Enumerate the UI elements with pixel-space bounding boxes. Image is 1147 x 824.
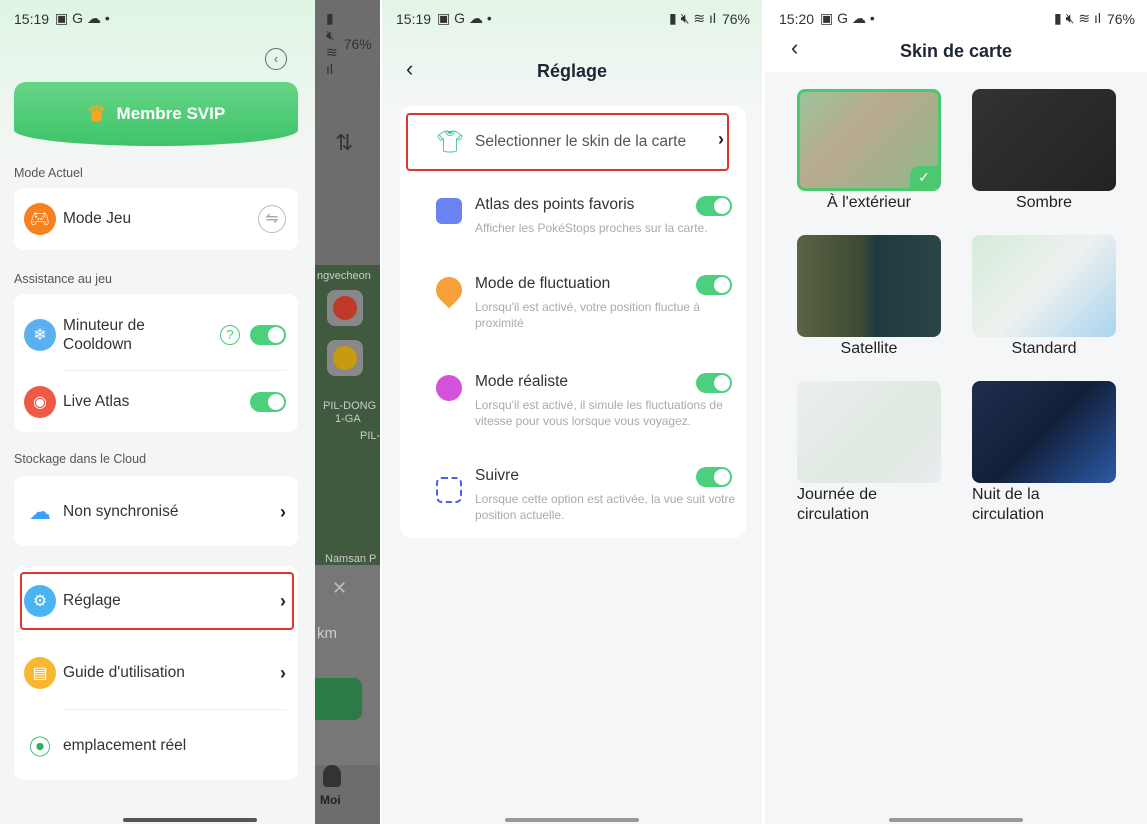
location-pin-icon: ⦿ bbox=[28, 735, 51, 760]
assist-card: ❄ Minuteur de Cooldown? ◉ Live Atlas bbox=[14, 294, 298, 432]
highlight-box bbox=[20, 572, 294, 630]
status-bar: 15:19 ▣ G ☁ • ▮ 🔇︎ ≋ ıl 76% bbox=[396, 10, 750, 27]
close-drawer-icon[interactable]: ‹ bbox=[265, 48, 287, 70]
pulse-pin-icon bbox=[430, 271, 468, 309]
side-drawer: 15:19 ▣ G ☁ • ‹ ♛ Membre SVIP Mode Actuel … bbox=[0, 0, 315, 824]
user-icon[interactable] bbox=[323, 765, 341, 787]
status-bar: 15:19 ▣ G ☁ • bbox=[14, 10, 110, 27]
start-button[interactable] bbox=[315, 678, 362, 720]
favorites-toggle[interactable] bbox=[696, 196, 732, 216]
crown-icon: ♛ bbox=[86, 101, 107, 126]
realistic-toggle[interactable] bbox=[696, 373, 732, 393]
menu-screen: ngvecheon PIL-DONG 1-GA PIL- Namsan P ✕ … bbox=[0, 0, 380, 824]
pokestop-marker[interactable] bbox=[327, 290, 363, 326]
help-icon[interactable]: ? bbox=[220, 325, 240, 345]
real-location-item[interactable]: ⦿ emplacement réel bbox=[24, 730, 286, 762]
chevron-right-icon: › bbox=[280, 662, 286, 683]
skin-thumbnail bbox=[797, 381, 941, 483]
planet-icon bbox=[436, 375, 462, 401]
close-icon[interactable]: ✕ bbox=[332, 578, 347, 599]
highlight-box bbox=[406, 113, 729, 171]
map-skin-screen: 15:20 ▣ G ☁ • ▮ 🔇︎ ≋ ıl 76% ‹ Skin de carte… bbox=[765, 0, 1147, 824]
follow-toggle[interactable] bbox=[696, 467, 732, 487]
svip-banner[interactable]: ♛ Membre SVIP bbox=[14, 82, 298, 146]
skin-traffic-night[interactable]: Nuit de la circulation bbox=[972, 381, 1116, 525]
chevron-right-icon: › bbox=[280, 501, 286, 522]
swap-icon[interactable]: ⇅ bbox=[335, 130, 353, 156]
skin-traffic-day[interactable]: Journée de circulation bbox=[797, 381, 941, 525]
live-atlas-icon: ◉ bbox=[24, 386, 56, 418]
cooldown-toggle[interactable] bbox=[250, 325, 286, 345]
skin-satellite[interactable]: Satellite bbox=[797, 235, 941, 359]
gym-marker[interactable] bbox=[327, 340, 363, 376]
guide-item[interactable]: ▤ Guide d'utilisation › bbox=[24, 657, 286, 689]
skin-thumbnail: ✓ bbox=[797, 89, 941, 191]
book-icon: ▤ bbox=[24, 657, 56, 689]
map-background: ngvecheon PIL-DONG 1-GA PIL- Namsan P ✕ … bbox=[315, 0, 380, 824]
check-icon: ✓ bbox=[910, 166, 938, 188]
status-bar: 15:20 ▣ G ☁ • ▮ 🔇︎ ≋ ıl 76% bbox=[779, 10, 1135, 27]
cloud-warning-icon: ☁ bbox=[29, 499, 51, 524]
skin-outdoor[interactable]: ✓ À l'extérieur bbox=[797, 89, 941, 213]
settings-screen: 15:19 ▣ G ☁ • ▮ 🔇︎ ≋ ıl 76% ‹ Réglage 👕︎ Se… bbox=[382, 0, 762, 824]
skin-thumbnail bbox=[972, 235, 1116, 337]
switch-mode-icon[interactable]: ⇋ bbox=[258, 205, 286, 233]
skin-thumbnail bbox=[972, 89, 1116, 191]
gamepad-icon: 🎮︎ bbox=[24, 203, 56, 235]
cloud-sync-item[interactable]: ☁ Non synchronisé › bbox=[14, 476, 298, 546]
snowflake-icon: ❄ bbox=[24, 319, 56, 351]
skin-thumbnail bbox=[972, 381, 1116, 483]
fluctuation-toggle[interactable] bbox=[696, 275, 732, 295]
skin-dark[interactable]: Sombre bbox=[972, 89, 1116, 213]
live-atlas-toggle[interactable] bbox=[250, 392, 286, 412]
mode-card[interactable]: 🎮︎ Mode Jeu ⇋ bbox=[14, 188, 298, 250]
skin-standard[interactable]: Standard bbox=[972, 235, 1116, 359]
star-book-icon bbox=[436, 198, 462, 224]
eye-icon bbox=[436, 477, 462, 503]
skin-thumbnail bbox=[797, 235, 941, 337]
